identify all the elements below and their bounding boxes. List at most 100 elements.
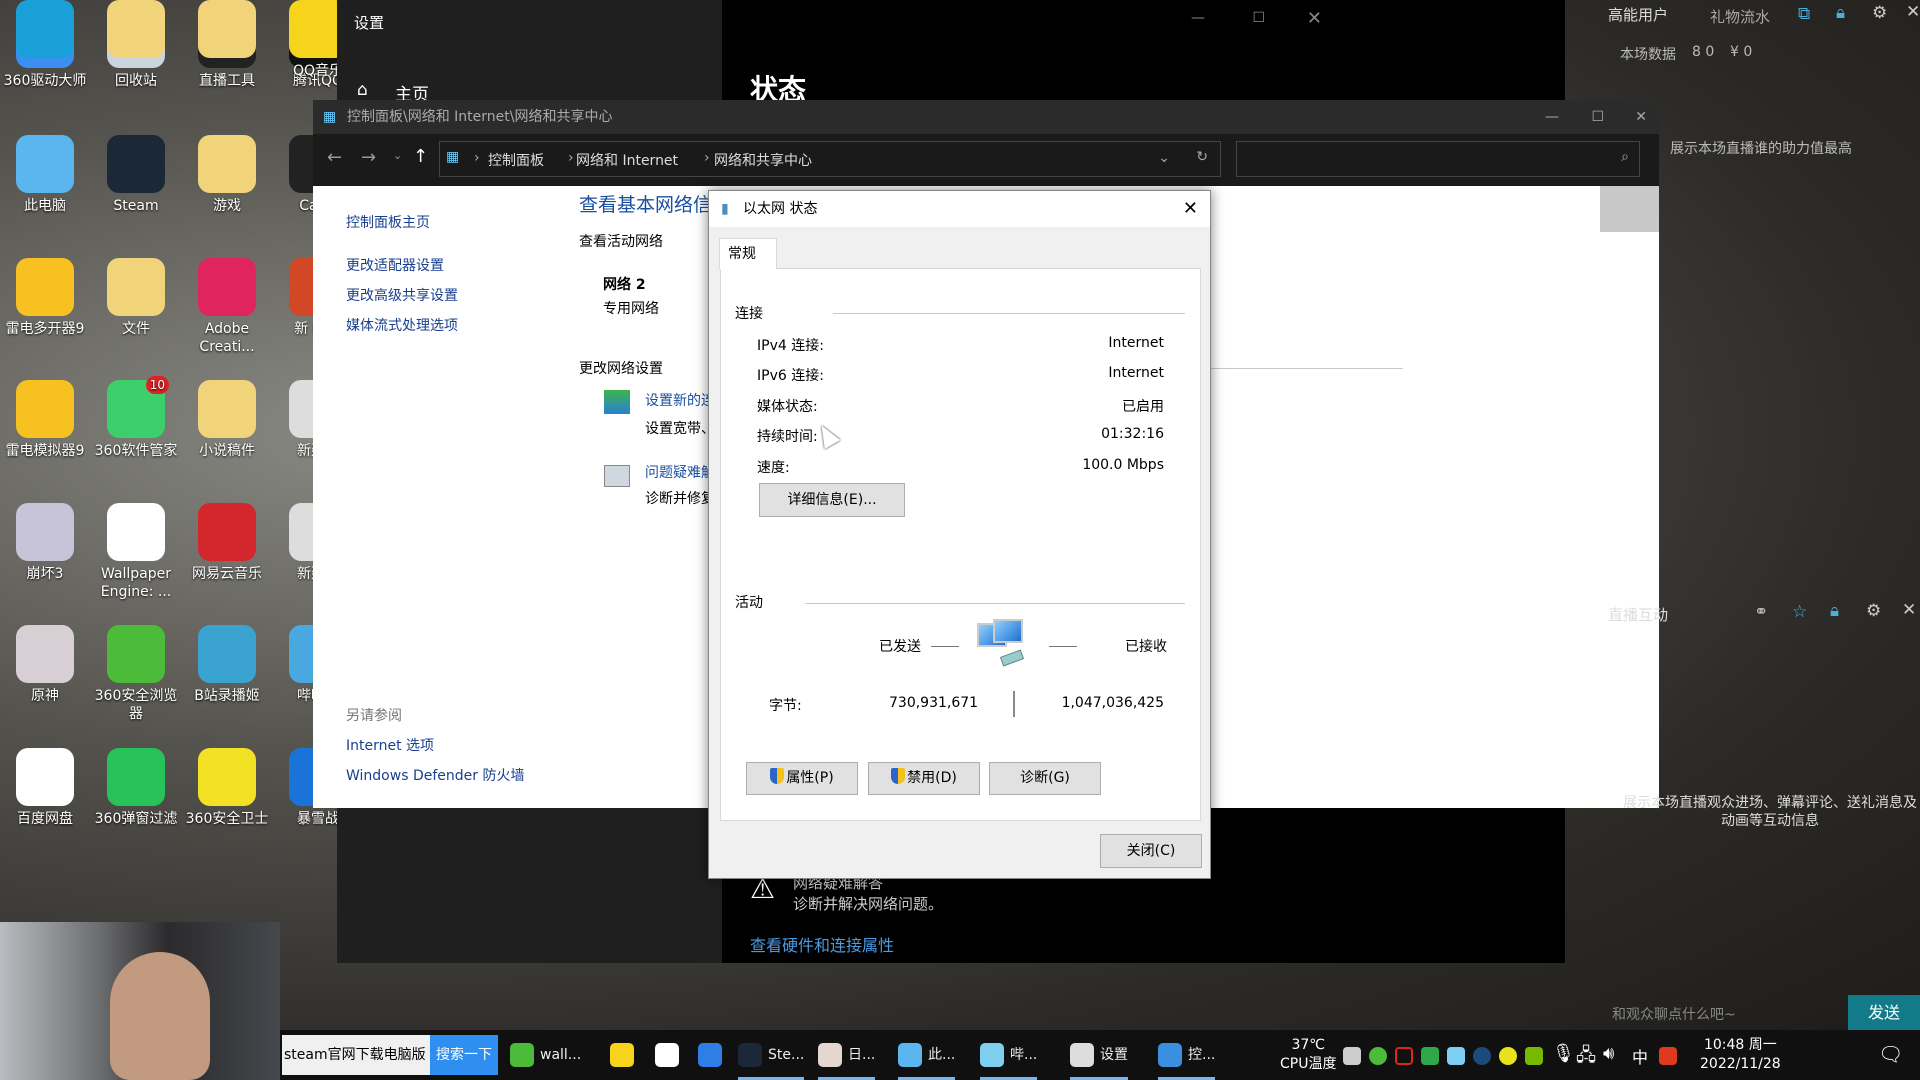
sogou-input-icon[interactable] [1659,1047,1677,1065]
tray-steam-icon[interactable] [1473,1047,1491,1065]
action-center-icon[interactable]: 🗨︎ [1878,1042,1903,1066]
sidebar-item-media[interactable]: 媒体流式处理选项 [346,315,458,335]
minimize-button[interactable]: — [1545,100,1559,134]
maximize-button[interactable]: ☐ [1252,10,1265,26]
sidebar-item-adapter[interactable]: 更改适配器设置 [346,255,444,275]
chat-input[interactable]: 和观众聊点什么吧~ [1612,1004,1736,1024]
gear-icon[interactable]: ⚙ [1866,601,1881,621]
row-value: Internet [1108,365,1164,381]
desktop-icon[interactable]: 此电脑 [0,135,90,215]
volume-icon[interactable]: 🔊︎ [1603,1043,1614,1064]
taskbar-app[interactable]: wall... [510,1030,581,1080]
tray-app-icon[interactable] [1343,1047,1361,1065]
recent-dropdown[interactable]: ⌄ [393,149,402,162]
tray-bilibili-icon[interactable] [1447,1047,1465,1065]
breadcrumb-item[interactable]: 网络和 Internet [576,150,678,170]
home-icon[interactable]: ⌂ [357,80,368,100]
window-title: 设置 [354,14,385,32]
internet-options-link[interactable]: Internet 选项 [346,735,434,755]
network-icon[interactable]: 🖧 [1576,1043,1596,1073]
forward-button[interactable]: → [361,147,376,168]
close-icon[interactable]: ✕ [1183,191,1198,227]
minimize-button[interactable]: — [1191,10,1205,26]
hardware-properties-link[interactable]: 查看硬件和连接属性 [750,932,894,956]
page-heading: 查看基本网络信 [579,194,713,216]
desktop-icon[interactable] [0,0,90,62]
app-icon [198,0,256,58]
link-icon[interactable]: ⚭ [1754,602,1768,622]
web-search-input[interactable]: steam官网下载电脑版 [282,1035,430,1075]
gear-icon[interactable]: ⚙ [1872,3,1887,23]
address-dropdown[interactable]: ⌄ [1158,150,1170,166]
up-button[interactable]: ↑ [413,146,428,167]
sidebar-item-sharing[interactable]: 更改高级共享设置 [346,285,458,305]
row-value: Internet [1108,335,1164,351]
lock-icon[interactable]: 🔒︎ [1830,601,1839,621]
desktop-icon[interactable]: 文件 [91,258,181,338]
desktop-icon[interactable]: 原神 [0,625,90,705]
tab-general[interactable]: 常规 [719,238,777,269]
taskbar-app[interactable] [610,1030,640,1080]
desktop-icon[interactable]: 百度网盘 [0,748,90,828]
tray-360browser-icon[interactable] [1369,1047,1387,1065]
desktop-icon[interactable]: Steam [91,135,181,215]
microphone-icon[interactable]: 🎙︎ [1552,1043,1575,1064]
taskbar-app[interactable]: 哔... [980,1030,1038,1080]
close-icon[interactable]: ✕ [1906,2,1920,22]
desktop-icon[interactable]: 雷电多开器9 [0,258,90,338]
desktop-icon[interactable]: 游戏 [182,135,272,215]
tray-defender-icon[interactable] [1421,1047,1439,1065]
search-input[interactable]: ⌕ [1236,141,1640,177]
refresh-button[interactable]: ↻ [1196,149,1208,165]
troubleshoot-link[interactable]: 问题疑难解 [645,462,715,482]
desktop-icon[interactable]: 小说稿件 [182,380,272,460]
star-icon[interactable]: ☆ [1792,602,1807,622]
tray-qq-icon[interactable] [1395,1047,1413,1065]
desktop-icon[interactable]: 崩坏3 [0,503,90,583]
desktop-icon[interactable]: 网易云音乐 [182,503,272,583]
desktop-icon[interactable]: 雷电模拟器9 [0,380,90,460]
taskbar-app[interactable]: 此... [898,1030,956,1080]
details-button[interactable]: 详细信息(E)... [759,483,905,517]
taskbar-app-label: 日... [848,1047,876,1063]
taskbar-app[interactable] [655,1030,685,1080]
sidebar-item-home[interactable]: 控制面板主页 [346,212,430,232]
desktop-icon[interactable]: 360安全浏览器 [91,625,181,723]
taskbar-app[interactable]: 设置 [1070,1030,1128,1080]
taskbar-app[interactable]: 日... [818,1030,876,1080]
diagnose-button[interactable]: 诊断(G) [989,762,1101,795]
close-icon[interactable]: ✕ [1902,600,1916,620]
desktop-icon[interactable]: Wallpaper Engine: ... [91,503,181,601]
tab-top-users[interactable]: 高能用户 [1608,4,1668,25]
desktop-icon[interactable]: 10 360软件管家 [91,376,181,460]
address-bar[interactable]: ▦ › 控制面板 › 网络和 Internet › 网络和共享中心 ⌄ ↻ [439,141,1221,177]
desktop-icon[interactable]: 360安全卫士 [182,748,272,828]
tray-nvidia-icon[interactable] [1525,1047,1543,1065]
tab-gift-log[interactable]: 礼物流水 [1710,6,1770,27]
taskbar-app[interactable]: Ste... [738,1030,805,1080]
ime-indicator[interactable]: 中 [1632,1044,1648,1068]
desktop-icon[interactable]: Adobe Creati... [182,258,272,356]
new-connection-link[interactable]: 设置新的连 [645,390,715,410]
taskbar-app[interactable] [698,1030,728,1080]
desktop-icon[interactable] [182,0,272,62]
lock-icon[interactable]: 🔒︎ [1836,3,1845,23]
close-button[interactable]: 关闭(C) [1100,834,1202,868]
close-button[interactable]: ✕ [1307,8,1322,29]
taskbar-app-label: 哔... [1010,1047,1038,1063]
desktop-icon[interactable] [91,0,181,62]
breadcrumb-item[interactable]: 控制面板 [488,150,544,170]
tray-360safe-icon[interactable] [1499,1047,1517,1065]
taskbar-app[interactable]: 控... [1158,1030,1216,1080]
properties-button[interactable]: 属性(P) [746,762,858,795]
web-search-button[interactable]: 搜索一下 [430,1035,498,1075]
breadcrumb-item[interactable]: 网络和共享中心 [714,150,812,170]
firewall-link[interactable]: Windows Defender 防火墙 [346,765,524,785]
desktop-icon[interactable]: 360弹窗过滤 [91,748,181,828]
back-button[interactable]: ← [327,147,342,168]
desktop-icon[interactable]: B站录播姬 [182,625,272,705]
layer-icon[interactable]: ⧉ [1798,4,1810,24]
send-button[interactable]: 发送 [1848,995,1920,1030]
disable-button[interactable]: 禁用(D) [868,762,980,795]
clock[interactable]: 10:48 周一 2022/11/28 [1700,1036,1781,1074]
